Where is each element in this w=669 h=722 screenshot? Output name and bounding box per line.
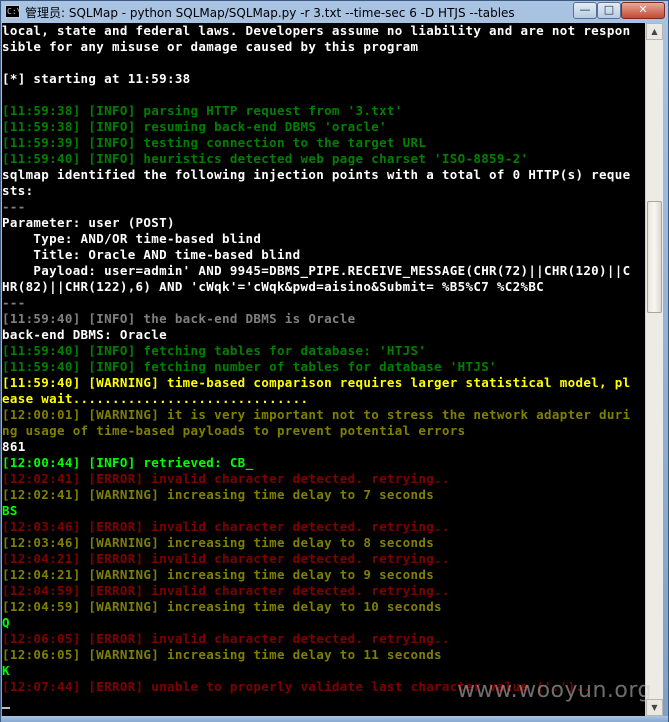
console-line: K — [2, 663, 10, 678]
scrollbar-thumb[interactable] — [647, 201, 662, 313]
console-line: Q — [2, 615, 10, 630]
scroll-up-arrow-icon[interactable]: ▲ — [646, 23, 663, 40]
console-line: [12:04:21] [WARNING] increasing time del… — [2, 567, 435, 582]
close-button[interactable]: ✕ — [621, 2, 665, 19]
minimize-button[interactable]: — — [573, 2, 597, 19]
console-line: HR(82)||CHR(122),6) AND 'cWqk'='cWqk&pwd… — [2, 279, 545, 294]
title-bar[interactable]: C:\ 管理员: SQLMap - python SQLMap/SQLMap.p… — [1, 1, 668, 23]
console-line: sible for any misuse or damage caused by… — [2, 39, 419, 54]
console-line: ease wait.............................. — [2, 391, 309, 406]
console-line: ng usage of time-based payloads to preve… — [2, 423, 466, 438]
window-bottom-border — [1, 716, 668, 722]
vertical-scrollbar[interactable]: ▲ ▼ — [645, 23, 663, 716]
console-line: [*] starting at 11:59:38 — [2, 71, 191, 86]
console-line: BS — [2, 503, 18, 518]
watermark: www.wooyun.org — [457, 678, 652, 703]
console-line: [11:59:39] [INFO] testing connection to … — [2, 135, 427, 150]
console-line: [11:59:40] [WARNING] time-based comparis… — [2, 375, 631, 390]
console-output[interactable]: local, state and federal laws. Developer… — [2, 23, 645, 716]
console-line: Type: AND/OR time-based blind — [2, 231, 262, 246]
console-line: sts: — [2, 183, 34, 198]
text-cursor — [2, 707, 10, 709]
console-line: Parameter: user (POST) — [2, 215, 175, 230]
console-line: [11:59:40] [INFO] fetching number of tab… — [2, 359, 497, 374]
console-line: [12:04:21] [ERROR] invalid character det… — [2, 551, 450, 566]
console-window: C:\ 管理员: SQLMap - python SQLMap/SQLMap.p… — [0, 0, 669, 722]
console-line: [11:59:38] [INFO] resuming back-end DBMS… — [2, 119, 387, 134]
console-line: [12:02:41] [ERROR] invalid character det… — [2, 471, 450, 486]
console-line: [12:03:46] [WARNING] increasing time del… — [2, 535, 435, 550]
window-title: 管理员: SQLMap - python SQLMap/SQLMap.py -r… — [25, 6, 515, 20]
console-line: [12:04:59] [WARNING] increasing time del… — [2, 599, 442, 614]
console-line: [11:59:40] [INFO] fetching tables for da… — [2, 343, 427, 358]
console-line: Title: Oracle AND time-based blind — [2, 247, 301, 262]
maximize-button[interactable]: □ — [597, 2, 621, 19]
console-line: [12:00:44] [INFO] retrieved: CB_ — [2, 455, 254, 470]
console-line: [12:03:46] [ERROR] invalid character det… — [2, 519, 450, 534]
console-app-icon[interactable]: C:\ — [5, 5, 21, 18]
console-line: [12:04:59] [ERROR] invalid character det… — [2, 583, 450, 598]
console-line: 861 — [2, 439, 26, 454]
console-lines: local, state and federal laws. Developer… — [2, 23, 645, 711]
console-line: --- — [2, 199, 26, 214]
console-line: local, state and federal laws. Developer… — [2, 23, 631, 38]
console-line: Payload: user=admin' AND 9945=DBMS_PIPE.… — [2, 263, 631, 278]
console-line: [11:59:38] [INFO] parsing HTTP request f… — [2, 103, 403, 118]
console-line: [12:06:05] [WARNING] increasing time del… — [2, 647, 442, 662]
console-line: back-end DBMS: Oracle — [2, 327, 167, 342]
console-line: [12:06:05] [ERROR] invalid character det… — [2, 631, 450, 646]
console-line: [11:59:40] [INFO] heuristics detected we… — [2, 151, 529, 166]
console-line: [12:02:41] [WARNING] increasing time del… — [2, 487, 435, 502]
console-line: --- — [2, 295, 26, 310]
console-line: [12:00:01] [WARNING] it is very importan… — [2, 407, 631, 422]
console-line: sqlmap identified the following injectio… — [2, 167, 631, 182]
console-line: [11:59:40] [INFO] the back-end DBMS is O… — [2, 311, 356, 326]
